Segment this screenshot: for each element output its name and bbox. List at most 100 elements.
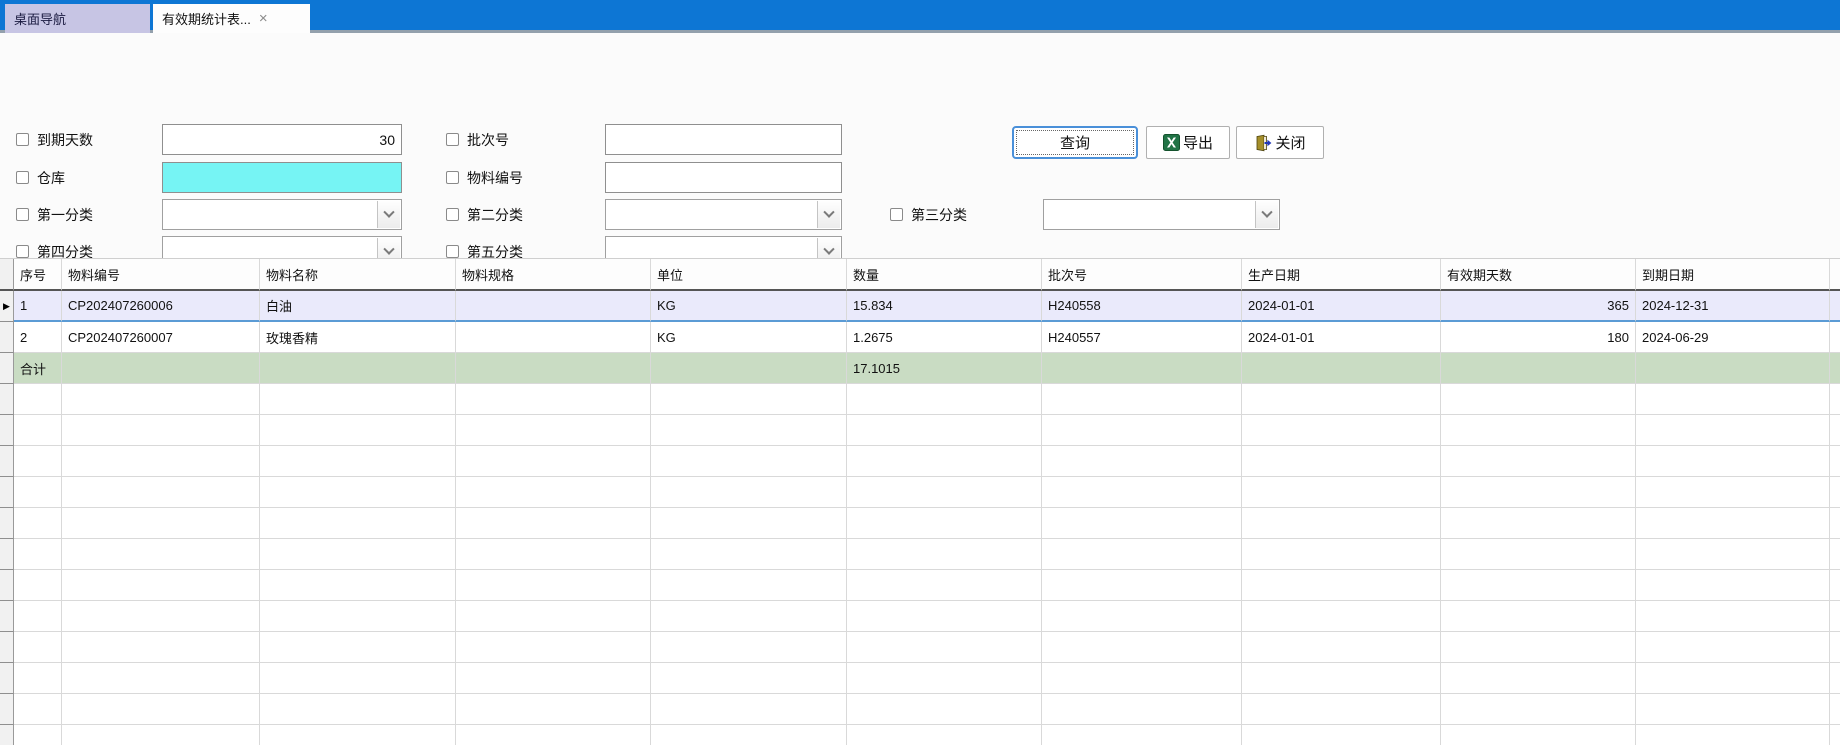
empty-table-row[interactable] <box>0 477 1840 508</box>
empty-table-row[interactable] <box>0 539 1840 570</box>
tab-close-icon[interactable]: × <box>259 11 268 26</box>
table-cell[interactable]: 2024-06-29 <box>1636 322 1830 353</box>
category-5-checkbox[interactable] <box>446 245 459 258</box>
row-selector-cell[interactable] <box>0 477 14 508</box>
empty-cell <box>847 384 1042 415</box>
empty-cell <box>14 415 62 446</box>
empty-table-row[interactable] <box>0 601 1840 632</box>
empty-table-row[interactable] <box>0 384 1840 415</box>
chevron-down-icon[interactable] <box>817 201 840 228</box>
filter-expiry-days: 到期天数 <box>16 124 93 155</box>
column-header-wuliao-mingcheng[interactable]: 物料名称 <box>260 259 456 291</box>
category-3-checkbox[interactable] <box>890 208 903 221</box>
row-selector-cell[interactable] <box>0 694 14 725</box>
empty-cell <box>456 601 651 632</box>
expiry-days-checkbox[interactable] <box>16 133 29 146</box>
column-header-danwei[interactable]: 单位 <box>651 259 847 291</box>
table-cell[interactable]: 1 <box>14 291 62 322</box>
table-cell[interactable]: 365 <box>1441 291 1636 322</box>
category-1-dropdown[interactable] <box>162 199 402 230</box>
column-header-wuliao-guige[interactable]: 物料规格 <box>456 259 651 291</box>
table-cell[interactable]: 2024-01-01 <box>1242 322 1441 353</box>
table-cell[interactable]: 1.2675 <box>847 322 1042 353</box>
table-cell[interactable]: KG <box>651 322 847 353</box>
table-cell[interactable] <box>456 322 651 353</box>
empty-table-row[interactable] <box>0 570 1840 601</box>
total-cell: 17.1015 <box>847 353 1042 384</box>
total-cell <box>260 353 456 384</box>
empty-cell <box>456 508 651 539</box>
category-1-checkbox[interactable] <box>16 208 29 221</box>
close-button[interactable]: 关闭 <box>1236 126 1324 159</box>
table-row[interactable]: ▶ 1 CP202407260006 白油 KG 15.834 H240558 2024-01… <box>0 291 1840 322</box>
category-2-dropdown[interactable] <box>605 199 842 230</box>
empty-table-row[interactable] <box>0 632 1840 663</box>
chevron-down-icon[interactable] <box>1255 201 1278 228</box>
empty-cell <box>1042 663 1242 694</box>
tab-expiry-report[interactable]: 有效期统计表... × <box>153 4 310 33</box>
table-cell[interactable]: 2024-12-31 <box>1636 291 1830 322</box>
table-cell[interactable]: CP202407260006 <box>62 291 260 322</box>
empty-cell <box>260 601 456 632</box>
row-selector-cell[interactable] <box>0 601 14 632</box>
column-header-daoqi-riqi[interactable]: 到期日期 <box>1636 259 1830 291</box>
empty-cell <box>847 415 1042 446</box>
row-selector-cell[interactable] <box>0 446 14 477</box>
row-selector-cell[interactable] <box>0 539 14 570</box>
column-header-wuliao-bianhao[interactable]: 物料编号 <box>62 259 260 291</box>
category-2-checkbox[interactable] <box>446 208 459 221</box>
empty-table-row[interactable] <box>0 508 1840 539</box>
batch-no-checkbox[interactable] <box>446 133 459 146</box>
table-cell[interactable]: H240558 <box>1042 291 1242 322</box>
table-cell[interactable]: CP202407260007 <box>62 322 260 353</box>
export-button[interactable]: 导出 <box>1146 126 1230 159</box>
query-button[interactable]: 查询 <box>1012 126 1138 159</box>
expiry-days-input[interactable] <box>162 124 402 155</box>
table-row[interactable]: 2 CP202407260007 玫瑰香精 KG 1.2675 H240557 2024-0… <box>0 322 1840 353</box>
table-cell[interactable]: H240557 <box>1042 322 1242 353</box>
empty-cell <box>1242 632 1441 663</box>
row-selector-cell[interactable] <box>0 663 14 694</box>
column-header-youxiaoqi-tianshu[interactable]: 有效期天数 <box>1441 259 1636 291</box>
row-selector-cell[interactable]: ▶ <box>0 291 14 322</box>
row-selector-cell[interactable] <box>0 415 14 446</box>
table-cell[interactable]: 2024-01-01 <box>1242 291 1441 322</box>
tab-desktop-nav[interactable]: 桌面导航 <box>5 4 150 33</box>
empty-table-row[interactable] <box>0 694 1840 725</box>
row-selector-cell[interactable] <box>0 508 14 539</box>
column-header-picihao[interactable]: 批次号 <box>1042 259 1242 291</box>
table-cell[interactable]: 白油 <box>260 291 456 322</box>
column-header-shengchan-riqi[interactable]: 生产日期 <box>1242 259 1441 291</box>
empty-table-row[interactable] <box>0 663 1840 694</box>
column-header-shuliang[interactable]: 数量 <box>847 259 1042 291</box>
empty-table-row[interactable] <box>0 446 1840 477</box>
chevron-down-icon[interactable] <box>377 201 400 228</box>
empty-table-row[interactable] <box>0 415 1840 446</box>
empty-cell <box>651 663 847 694</box>
material-no-input[interactable] <box>605 162 842 193</box>
warehouse-input[interactable] <box>162 162 402 193</box>
empty-cell <box>1441 477 1636 508</box>
material-no-checkbox[interactable] <box>446 171 459 184</box>
category-3-dropdown[interactable] <box>1043 199 1280 230</box>
column-header-xuhao[interactable]: 序号 <box>14 259 62 291</box>
row-selector-cell[interactable] <box>0 632 14 663</box>
empty-cell <box>1636 508 1830 539</box>
table-cell[interactable]: 玫瑰香精 <box>260 322 456 353</box>
category-4-checkbox[interactable] <box>16 245 29 258</box>
table-cell[interactable]: 2 <box>14 322 62 353</box>
warehouse-checkbox[interactable] <box>16 171 29 184</box>
table-cell[interactable]: 180 <box>1441 322 1636 353</box>
row-selector-cell[interactable] <box>0 725 14 745</box>
empty-cell <box>1042 694 1242 725</box>
row-selector-cell[interactable] <box>0 384 14 415</box>
empty-cell <box>260 725 456 745</box>
batch-no-input[interactable] <box>605 124 842 155</box>
row-selector-cell[interactable] <box>0 570 14 601</box>
empty-cell <box>1441 384 1636 415</box>
empty-table-row[interactable] <box>0 725 1840 745</box>
table-cell[interactable] <box>456 291 651 322</box>
table-cell[interactable]: 15.834 <box>847 291 1042 322</box>
row-selector-cell[interactable] <box>0 322 14 353</box>
table-cell[interactable]: KG <box>651 291 847 322</box>
